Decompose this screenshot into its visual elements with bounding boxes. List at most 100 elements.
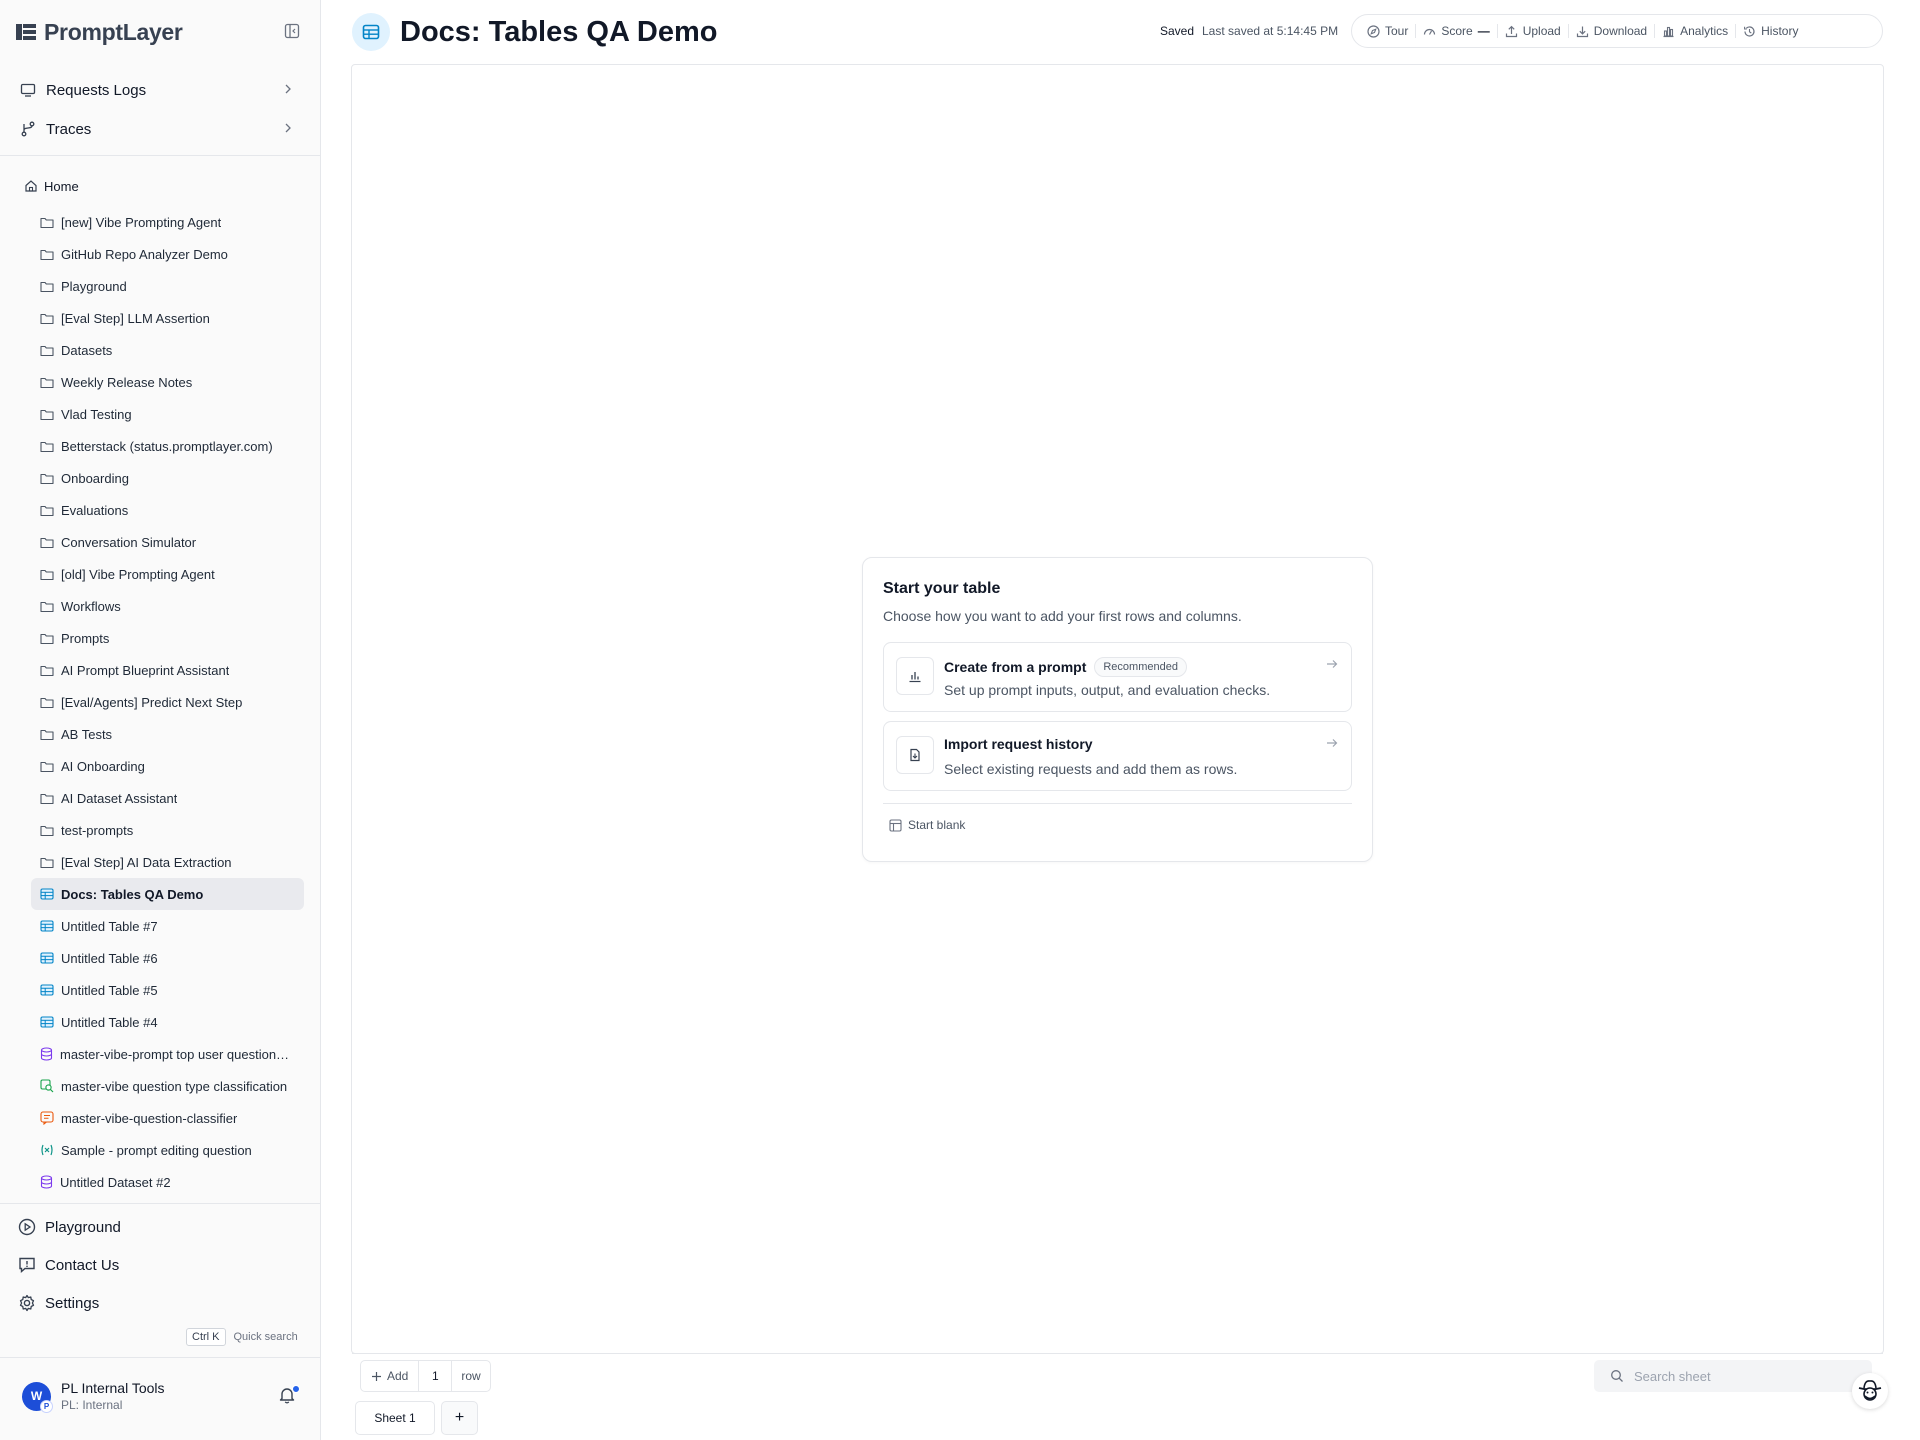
tree-item[interactable]: [Eval Step] AI Data Extraction xyxy=(31,846,304,878)
tree-item[interactable]: Datasets xyxy=(31,334,304,366)
create-from-prompt-option[interactable]: Create from a prompt Recommended Set up … xyxy=(883,642,1352,712)
collapse-sidebar-button[interactable] xyxy=(282,21,302,41)
cowboy-mascot-icon xyxy=(1858,1380,1882,1401)
tree-item[interactable]: Vlad Testing xyxy=(31,398,304,430)
eval-icon xyxy=(40,1079,54,1093)
tree-item-label: Datasets xyxy=(61,342,113,358)
notifications-button[interactable] xyxy=(278,1385,300,1406)
brand-name: PromptLayer xyxy=(44,18,183,45)
tree-item[interactable]: master-vibe question type classification xyxy=(31,1070,304,1102)
play-circle-icon xyxy=(18,1218,36,1236)
tree-item-label: AI Prompt Blueprint Assistant xyxy=(61,662,230,678)
quick-search[interactable]: Ctrl K Quick search xyxy=(186,1328,298,1346)
sidebar-toggle-icon xyxy=(284,23,300,39)
tree-item[interactable]: Untitled Table #7 xyxy=(31,910,304,942)
folder-icon xyxy=(40,216,54,229)
tree-item[interactable]: Weekly Release Notes xyxy=(31,366,304,398)
nav-traces[interactable]: Traces xyxy=(14,112,306,146)
folder-icon xyxy=(40,600,54,613)
tree-item[interactable]: [Eval Step] LLM Assertion xyxy=(31,302,304,334)
tree-item[interactable]: [Eval/Agents] Predict Next Step xyxy=(31,686,304,718)
page-type-icon xyxy=(352,13,390,51)
database-icon xyxy=(40,1047,53,1061)
nav-label: Requests Logs xyxy=(46,81,147,99)
bar-chart-icon xyxy=(909,672,921,683)
tree-item-label: Untitled Table #4 xyxy=(61,1014,158,1030)
tree-item[interactable]: Untitled Table #6 xyxy=(31,942,304,974)
score-button[interactable]: Score — xyxy=(1416,19,1496,43)
assistant-mascot-button[interactable] xyxy=(1852,1373,1888,1409)
tree-item[interactable]: Playground xyxy=(31,270,304,302)
tree-item-label: master-vibe-prompt top user question… xyxy=(60,1046,290,1062)
folder-icon xyxy=(40,696,54,709)
table-icon xyxy=(889,818,902,832)
add-rows-control: Add 1 row xyxy=(360,1360,491,1392)
tree-item[interactable]: Onboarding xyxy=(31,462,304,494)
nav-requests-logs[interactable]: Requests Logs xyxy=(14,73,306,107)
sheet-tab[interactable]: Sheet 1 xyxy=(355,1401,435,1435)
arrow-right-icon xyxy=(1327,660,1338,668)
tree-item[interactable]: AB Tests xyxy=(31,718,304,750)
quick-search-label: Quick search xyxy=(233,1331,298,1343)
tree-item[interactable]: AI Dataset Assistant xyxy=(31,782,304,814)
folder-icon xyxy=(40,664,54,677)
tree-item[interactable]: test-prompts xyxy=(31,814,304,846)
nav-contact-us[interactable]: Contact Us xyxy=(14,1249,306,1281)
tree-item[interactable]: Evaluations xyxy=(31,494,304,526)
tree-item[interactable]: Untitled Table #5 xyxy=(31,974,304,1006)
tree-item-label: [old] Vibe Prompting Agent xyxy=(61,566,215,582)
tree-item[interactable]: master-vibe-prompt top user question… xyxy=(31,1038,304,1070)
tree-item[interactable]: master-vibe-question-classifier xyxy=(31,1102,304,1134)
tree-item[interactable]: [new] Vibe Prompting Agent xyxy=(31,206,304,238)
search-sheet-input[interactable] xyxy=(1632,1367,1852,1385)
tree-item[interactable]: Conversation Simulator xyxy=(31,526,304,558)
folder-icon xyxy=(40,472,54,485)
history-button[interactable]: History xyxy=(1736,19,1805,43)
tour-button[interactable]: Tour xyxy=(1360,19,1415,43)
tree-item[interactable]: Betterstack (status.promptlayer.com) xyxy=(31,430,304,462)
brand-logo[interactable]: PromptLayer xyxy=(16,18,183,46)
nav-settings[interactable]: Settings xyxy=(14,1287,306,1319)
tree-item[interactable]: AI Prompt Blueprint Assistant xyxy=(31,654,304,686)
add-rows-button[interactable]: Add xyxy=(361,1361,418,1391)
tree-item[interactable]: Sample - prompt editing question xyxy=(31,1134,304,1166)
folder-icon xyxy=(40,856,54,869)
tree-item-label: Onboarding xyxy=(61,470,129,486)
tree-item-label: Untitled Table #5 xyxy=(61,982,158,998)
page-title[interactable]: Docs: Tables QA Demo xyxy=(400,13,717,51)
tree-home[interactable]: Home xyxy=(24,176,79,196)
add-sheet-button[interactable]: + xyxy=(441,1401,478,1435)
start-blank-button[interactable]: Start blank xyxy=(889,818,965,832)
analytics-button[interactable]: Analytics xyxy=(1655,19,1735,43)
tree-item[interactable]: Untitled Table #4 xyxy=(31,1006,304,1038)
option-subtitle: Select existing requests and add them as… xyxy=(944,761,1238,777)
import-request-history-option[interactable]: Import request history Select existing r… xyxy=(883,721,1352,791)
tree-item[interactable]: GitHub Repo Analyzer Demo xyxy=(31,238,304,270)
nav-playground[interactable]: Playground xyxy=(14,1211,306,1243)
tree-item[interactable]: AI Onboarding xyxy=(31,750,304,782)
folder-icon xyxy=(40,280,54,293)
start-blank-label: Start blank xyxy=(908,818,966,832)
score-label: Score xyxy=(1441,24,1473,38)
folder-icon xyxy=(40,568,54,581)
prompt-icon xyxy=(40,1111,54,1125)
option-subtitle: Set up prompt inputs, output, and evalua… xyxy=(944,682,1271,698)
tree-item-label: [Eval/Agents] Predict Next Step xyxy=(61,694,243,710)
download-button[interactable]: Download xyxy=(1569,19,1654,43)
tree-item[interactable]: Prompts xyxy=(31,622,304,654)
tree-item-label: [new] Vibe Prompting Agent xyxy=(61,214,222,230)
tree-item[interactable]: Workflows xyxy=(31,590,304,622)
workspace-switcher[interactable]: W P PL Internal Tools PL: Internal xyxy=(22,1380,165,1413)
upload-button[interactable]: Upload xyxy=(1498,19,1568,43)
nav-label: Contact Us xyxy=(45,1256,120,1274)
home-icon xyxy=(25,180,37,192)
tree-item-label: Untitled Table #7 xyxy=(61,918,158,934)
tree-item-label: GitHub Repo Analyzer Demo xyxy=(61,246,228,262)
file-import-icon xyxy=(910,748,920,762)
row-count-input[interactable]: 1 xyxy=(418,1361,453,1391)
tree-item-label: master-vibe-question-classifier xyxy=(61,1110,238,1126)
tree-item[interactable]: Docs: Tables QA Demo xyxy=(31,878,304,910)
tree-item[interactable]: Untitled Dataset #2 xyxy=(31,1166,304,1198)
folder-icon xyxy=(40,728,54,741)
tree-item[interactable]: [old] Vibe Prompting Agent xyxy=(31,558,304,590)
